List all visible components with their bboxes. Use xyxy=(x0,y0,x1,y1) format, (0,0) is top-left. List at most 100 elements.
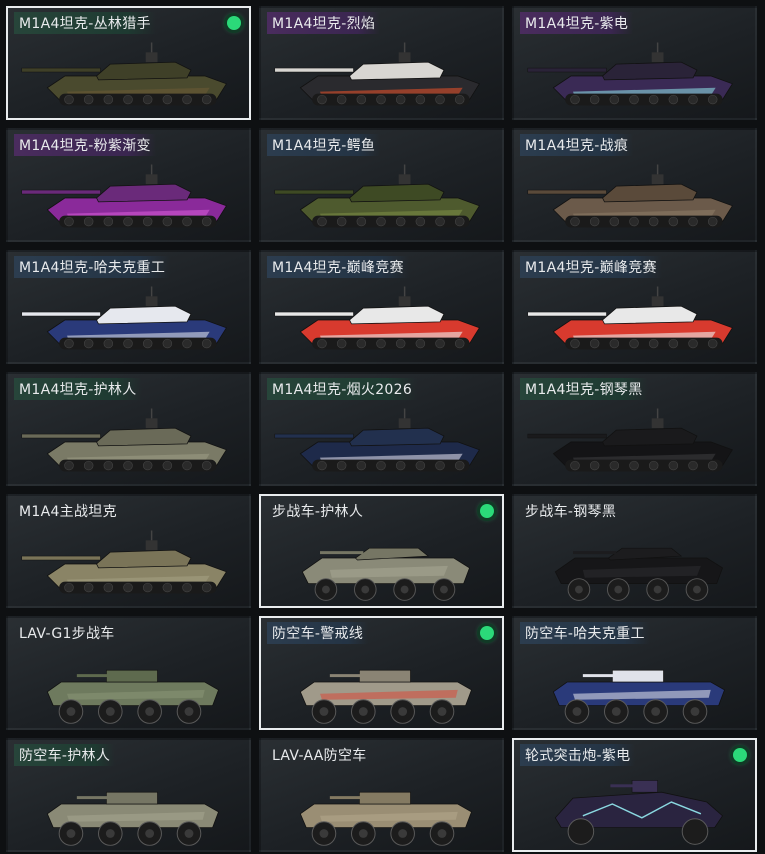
road-wheel xyxy=(589,216,600,227)
skin-name: 防空车-警戒线 xyxy=(267,622,369,644)
road-wheel xyxy=(609,338,620,349)
commander-cupola xyxy=(145,418,158,429)
wheel-hub xyxy=(572,707,582,716)
vehicle-image xyxy=(299,669,472,724)
skin-card[interactable]: 防空车-警戒线 xyxy=(259,616,504,730)
road-wheel xyxy=(376,460,386,471)
road-wheel xyxy=(356,338,367,349)
vehicle-image xyxy=(527,286,733,350)
turret xyxy=(602,183,698,203)
road-wheel xyxy=(629,94,639,105)
road-wheel xyxy=(103,94,114,105)
skin-card[interactable]: 防空车-护林人 xyxy=(6,738,251,852)
skin-card[interactable]: 步战车-钢琴黑 xyxy=(512,494,757,608)
track xyxy=(312,459,470,472)
road-wheel xyxy=(103,582,114,593)
autocannon xyxy=(320,551,364,555)
skin-name: LAV-AA防空车 xyxy=(272,748,367,764)
skin-card[interactable]: M1A4坦克-战痕 xyxy=(512,128,757,242)
turret xyxy=(631,780,658,793)
skin-card[interactable]: M1A4坦克-巅峰竞赛 xyxy=(259,250,504,364)
road-wheel xyxy=(317,338,327,349)
skin-name: M1A4坦克-哈夫克重工 xyxy=(14,256,171,278)
turret xyxy=(96,183,192,203)
skin-card[interactable]: LAV-AA防空车 xyxy=(259,738,504,852)
turret xyxy=(349,61,445,81)
main-gun xyxy=(274,189,354,195)
road-wheel xyxy=(182,582,192,593)
road-wheel xyxy=(83,582,94,593)
turret xyxy=(349,305,445,325)
skin-card[interactable]: 防空车-哈夫克重工 xyxy=(512,616,757,730)
commander-cupola xyxy=(651,418,664,429)
skin-name: M1A4坦克-鳄鱼 xyxy=(267,134,381,156)
skin-name: M1A4坦克-烟火2026 xyxy=(267,378,418,400)
road-wheel xyxy=(317,460,327,471)
road-wheel xyxy=(435,460,445,471)
road-wheel xyxy=(336,338,347,349)
road-wheel xyxy=(142,216,153,227)
skin-card[interactable]: M1A4坦克-烟火2026 xyxy=(259,372,504,486)
vehicle-image xyxy=(46,791,219,846)
skin-card[interactable]: M1A4坦克-粉紫渐变 xyxy=(6,128,251,242)
road-wheel xyxy=(182,94,192,105)
road-wheel xyxy=(668,94,679,105)
skin-card[interactable]: M1A4坦克-紫电 xyxy=(512,6,757,120)
vehicle-image xyxy=(301,547,471,601)
track xyxy=(565,215,723,228)
road-wheel xyxy=(454,338,465,349)
road-wheel xyxy=(589,94,600,105)
wheel-hub xyxy=(184,707,194,716)
vehicle-image xyxy=(299,791,472,846)
track xyxy=(565,93,723,106)
wheel xyxy=(567,818,595,845)
road-wheel xyxy=(415,216,426,227)
skin-name: M1A4坦克-粉紫渐变 xyxy=(14,134,156,156)
road-wheel xyxy=(648,460,659,471)
road-wheel xyxy=(668,216,679,227)
vehicle-image xyxy=(46,669,219,724)
skin-card[interactable]: LAV-G1步战车 xyxy=(6,616,251,730)
vehicle-preview xyxy=(514,758,755,850)
skin-name: 防空车-哈夫克重工 xyxy=(520,622,650,644)
skin-card[interactable]: 步战车-护林人 xyxy=(259,494,504,608)
equipped-indicator-icon xyxy=(733,748,747,762)
skin-card[interactable]: M1A4坦克-巅峰竞赛 xyxy=(512,250,757,364)
skin-name: 防空车-护林人 xyxy=(14,744,116,766)
road-wheel xyxy=(629,338,639,349)
vehicle-image xyxy=(527,408,733,472)
wheel-hub xyxy=(437,829,447,838)
road-wheel xyxy=(162,582,173,593)
track xyxy=(59,93,217,106)
road-wheel xyxy=(336,216,347,227)
vehicle-image xyxy=(274,286,480,350)
skin-name: M1A4坦克-丛林猎手 xyxy=(14,12,156,34)
track xyxy=(312,337,470,350)
road-wheel xyxy=(162,338,173,349)
road-wheel xyxy=(123,460,133,471)
wheel-hub xyxy=(398,829,408,838)
vehicle-preview xyxy=(514,270,755,362)
skin-card[interactable]: M1A4坦克-护林人 xyxy=(6,372,251,486)
road-wheel xyxy=(64,338,74,349)
road-wheel xyxy=(415,338,426,349)
cannon xyxy=(329,796,364,800)
wheel-hub xyxy=(184,829,194,838)
vehicle-preview xyxy=(514,392,755,484)
vehicle-image xyxy=(21,42,227,106)
road-wheel xyxy=(589,460,600,471)
wheel-hub xyxy=(400,585,409,594)
road-wheel xyxy=(83,94,94,105)
skin-card[interactable]: M1A4坦克-烈焰 xyxy=(259,6,504,120)
skin-card[interactable]: M1A4坦克-哈夫克重工 xyxy=(6,250,251,364)
skin-card[interactable]: M1A4坦克-钢琴黑 xyxy=(512,372,757,486)
main-gun xyxy=(274,67,354,73)
skin-card[interactable]: M1A4坦克-鳄鱼 xyxy=(259,128,504,242)
road-wheel xyxy=(609,216,620,227)
autocannon xyxy=(573,551,617,555)
skin-card[interactable]: M1A4主战坦克 xyxy=(6,494,251,608)
skin-card[interactable]: M1A4坦克-丛林猎手 xyxy=(6,6,251,120)
skin-card[interactable]: 轮式突击炮-紫电 xyxy=(512,738,757,852)
wheel-hub xyxy=(105,829,115,838)
turret xyxy=(106,669,158,683)
